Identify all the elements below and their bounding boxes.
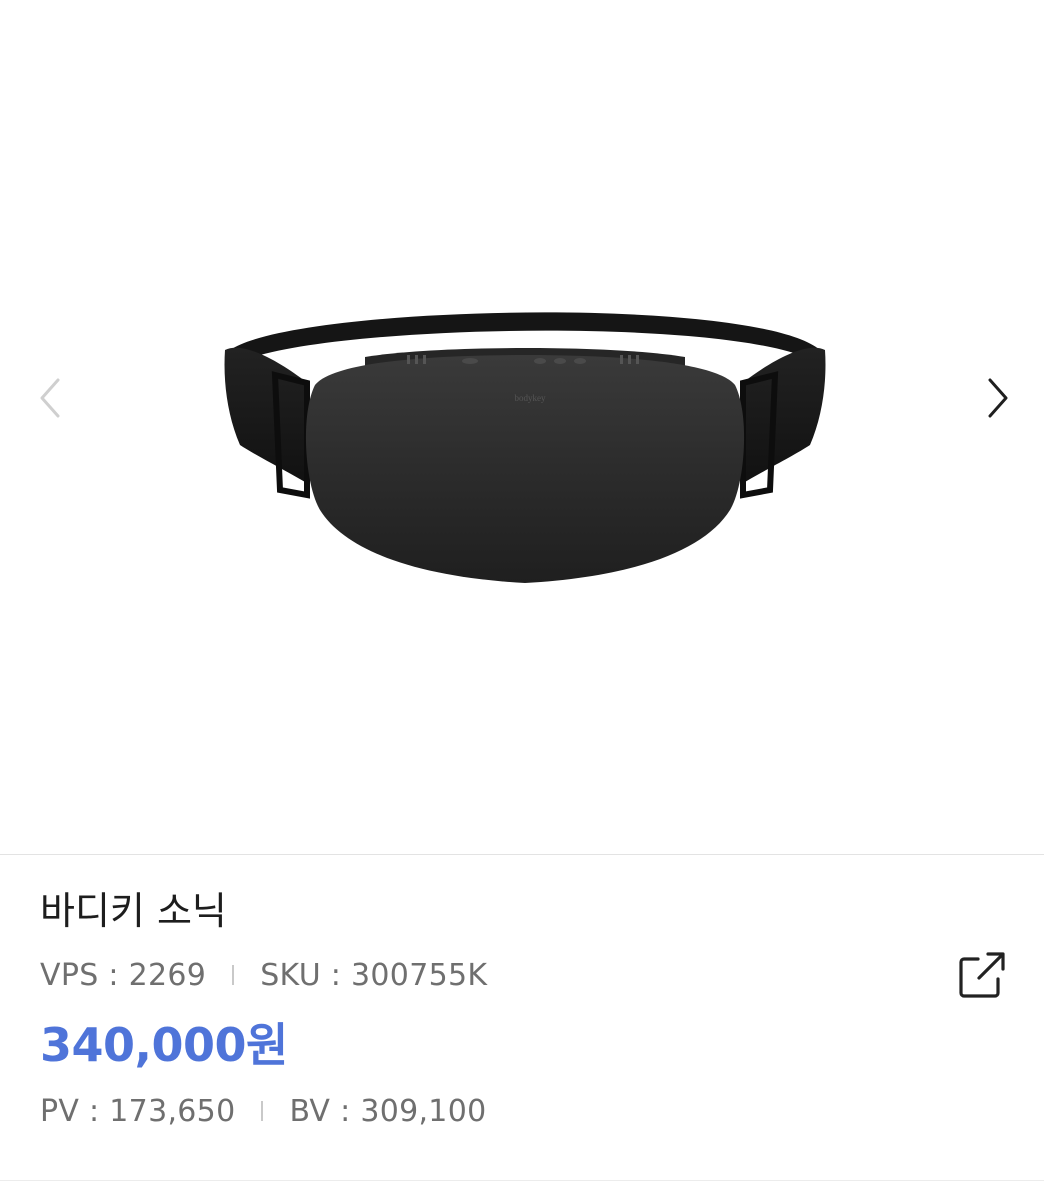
sku-label: SKU : 300755K [260,957,488,993]
gallery-prev-button[interactable] [30,372,70,424]
product-title: 바디키 소닉 [40,889,227,933]
separator [232,965,235,985]
bottom-divider [0,1180,1044,1181]
product-price: 340,000원 [40,1018,288,1072]
brand-mark: bodykey [515,393,546,403]
product-codes: VPS : 2269 SKU : 300755K [40,953,487,997]
chevron-left-icon [40,378,60,418]
share-external-icon [959,952,1005,998]
chevron-right-icon [988,378,1008,418]
product-info: 바디키 소닉 VPS : 2269 SKU : 300755K 340,000원… [0,855,1044,1200]
separator [261,1101,264,1121]
product-points: PV : 173,650 BV : 309,100 [40,1089,486,1133]
share-button[interactable] [950,943,1014,1007]
gallery-next-button[interactable] [978,372,1018,424]
pv-label: PV : 173,650 [40,1093,236,1129]
bv-label: BV : 309,100 [289,1093,487,1129]
product-image: bodykey [224,312,826,583]
product-image-gallery: bodykey [0,0,1044,854]
vps-label: VPS : 2269 [40,957,207,993]
